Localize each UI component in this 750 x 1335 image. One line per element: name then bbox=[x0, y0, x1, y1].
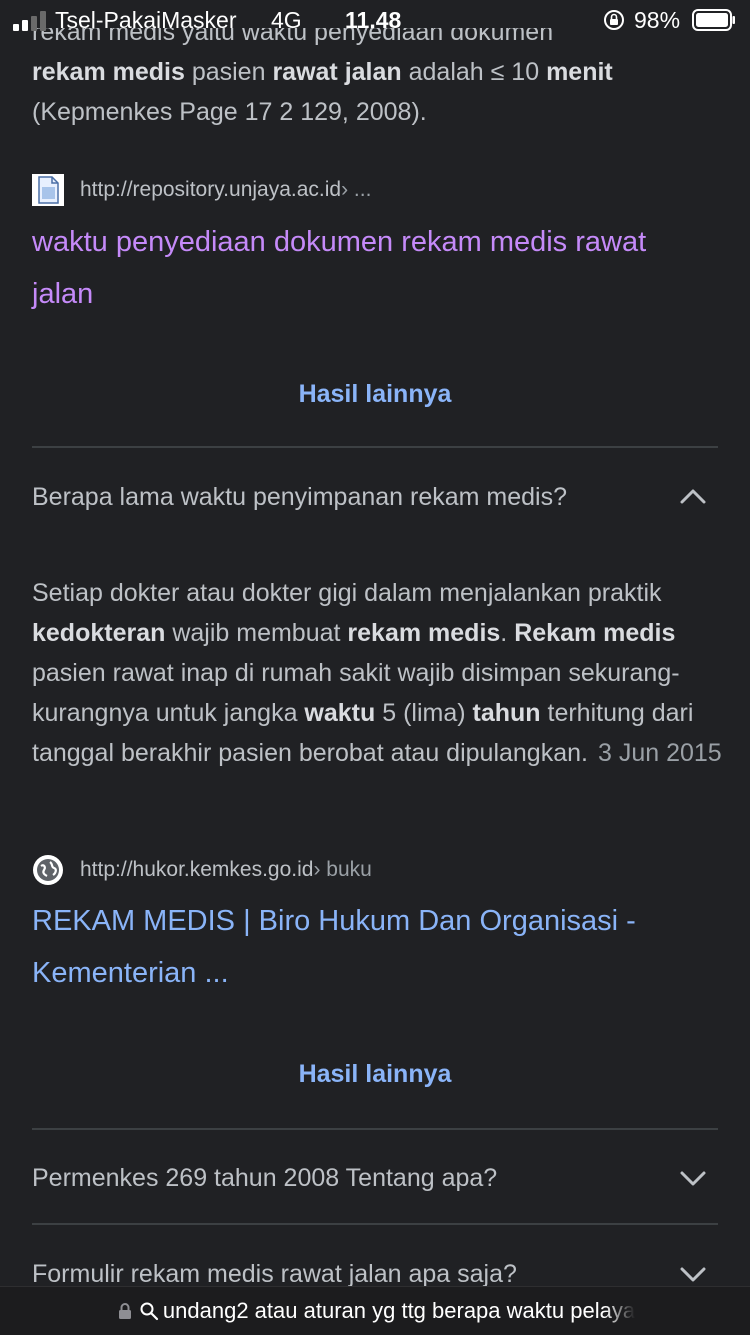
related-question-expanded[interactable]: Berapa lama waktu penyimpanan rekam medi… bbox=[32, 467, 718, 527]
divider bbox=[32, 1128, 718, 1130]
divider bbox=[32, 1223, 718, 1225]
status-bar: Tsel-PakaiMasker 4G 11.48 98% bbox=[0, 0, 750, 40]
snippet-citation: (Kepmenkes Page 17 2 129, 2008). bbox=[32, 98, 427, 126]
chevron-up-icon bbox=[680, 489, 706, 504]
address-bar[interactable]: undang2 atau aturan yg ttg berapa waktu … bbox=[0, 1286, 750, 1335]
source-breadcrumb: › buku bbox=[313, 858, 372, 881]
source-url: http://hukor.kemkes.go.id bbox=[80, 858, 314, 881]
clock: 11.48 bbox=[345, 7, 402, 33]
source-breadcrumb: › ... bbox=[341, 178, 372, 201]
address-url: undang2 atau aturan yg ttg berapa waktu … bbox=[162, 1298, 636, 1324]
lock-icon bbox=[118, 1303, 131, 1319]
battery-percentage: 98% bbox=[634, 7, 681, 33]
rotation-lock-icon bbox=[604, 10, 624, 30]
more-results-button[interactable]: Hasil lainnya bbox=[0, 1060, 750, 1089]
answer-snippet: Setiap dokter atau dokter gigi dalam men… bbox=[32, 579, 722, 767]
chevron-down-icon bbox=[680, 1267, 706, 1282]
result-snippet: rekam medis yaitu waktu penyediaan dokum… bbox=[32, 28, 722, 132]
answer-date: 3 Jun 2015 bbox=[597, 739, 722, 767]
more-results-button[interactable]: Hasil lainnya bbox=[0, 380, 750, 409]
question-text: Permenkes 269 tahun 2008 Tentang apa? bbox=[32, 1163, 498, 1192]
result-title-link[interactable]: waktu penyediaan dokumen rekam medis raw… bbox=[32, 216, 712, 320]
cellular-signal-icon bbox=[13, 11, 49, 31]
search-icon bbox=[140, 1302, 159, 1321]
source-url: http://repository.unjaya.ac.id bbox=[80, 178, 342, 201]
carrier-name: Tsel-PakaiMasker bbox=[55, 7, 237, 33]
network-type: 4G bbox=[271, 7, 302, 33]
chevron-down-icon bbox=[680, 1171, 706, 1186]
related-question[interactable]: Permenkes 269 tahun 2008 Tentang apa? bbox=[32, 1148, 718, 1208]
divider bbox=[32, 446, 718, 448]
question-text: Berapa lama waktu penyimpanan rekam medi… bbox=[32, 482, 567, 511]
document-icon bbox=[32, 174, 64, 206]
globe-icon bbox=[33, 855, 63, 885]
result-source[interactable]: http://hukor.kemkes.go.id › buku bbox=[32, 853, 372, 887]
result-source[interactable]: http://repository.unjaya.ac.id › ... bbox=[32, 173, 371, 207]
question-text: Formulir rekam medis rawat jalan apa saj… bbox=[32, 1259, 517, 1288]
result-title-link[interactable]: REKAM MEDIS | Biro Hukum Dan Organisasi … bbox=[32, 895, 712, 999]
battery-icon bbox=[692, 9, 735, 31]
snippet-text: rekam medis pasien rawat jalan adalah ≤ … bbox=[32, 58, 613, 86]
